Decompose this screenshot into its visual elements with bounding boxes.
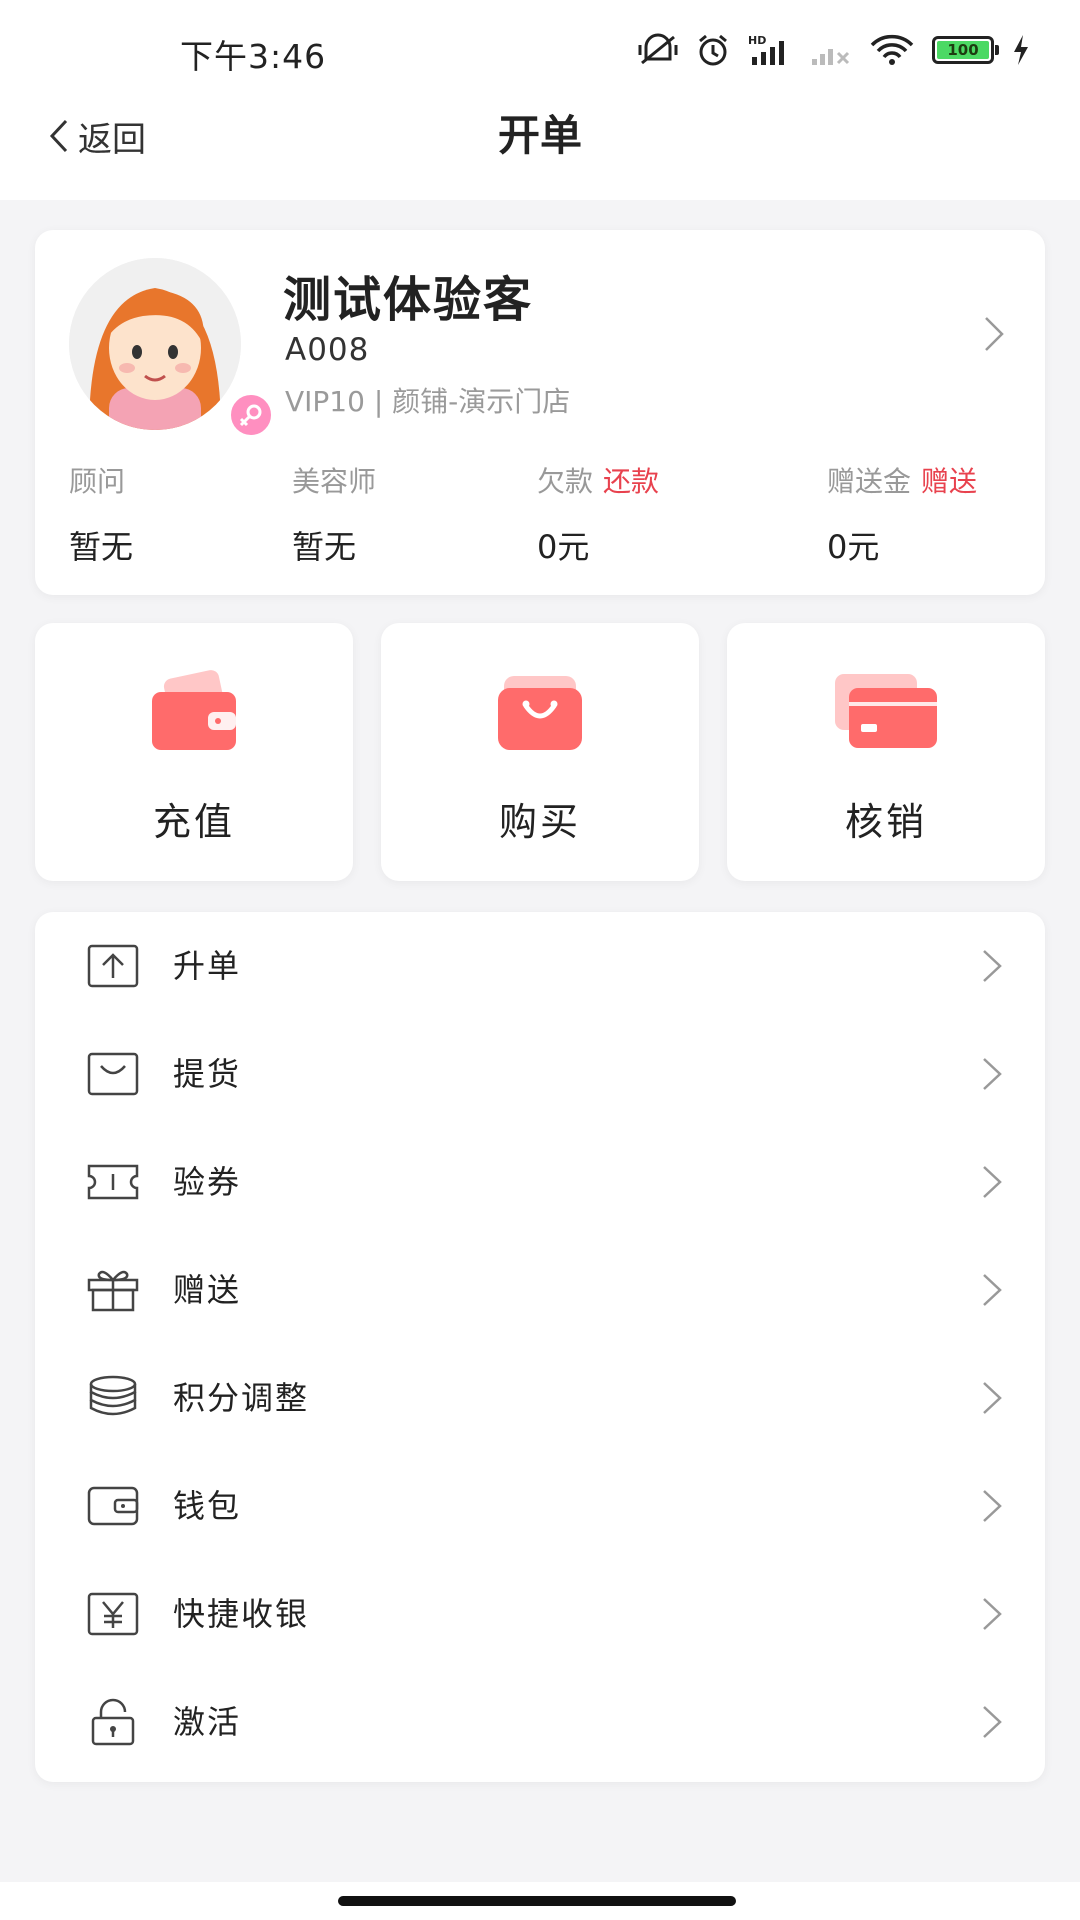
charging-icon [1014, 35, 1028, 65]
avatar-illustration [69, 258, 241, 430]
stat-value: 0元 [537, 528, 590, 566]
stat-gift-balance: 赠送金 赠送 0元 [827, 460, 977, 568]
female-icon [227, 391, 275, 439]
gift-icon [87, 1270, 139, 1312]
chevron-right-icon [983, 1598, 1002, 1630]
chevron-right-icon [983, 1058, 1002, 1090]
customer-name: 测试体验客 [283, 272, 534, 328]
stat-value: 暂无 [292, 528, 357, 566]
ticket-icon [87, 1164, 139, 1200]
top-bar: 下午3:46 HD 100 返回 开单 [0, 0, 1080, 200]
menu-item-activate[interactable]: 激活 [35, 1668, 1045, 1776]
stat-beautician: 美容师 暂无 [292, 460, 376, 568]
yuan-icon [87, 1592, 139, 1636]
shopping-bag-icon [498, 676, 582, 750]
chevron-right-icon [983, 1490, 1002, 1522]
stat-debt: 欠款 还款 0元 [537, 460, 659, 568]
upgrade-icon [87, 944, 139, 988]
stat-label: 欠款 [537, 465, 594, 498]
menu-item-pickup[interactable]: 提货 [35, 1020, 1045, 1128]
menu-label: 钱包 [173, 1487, 242, 1525]
svg-text:HD: HD [748, 34, 766, 47]
wifi-icon [870, 34, 914, 65]
wallet-outline-icon [87, 1486, 139, 1526]
bag-icon [87, 1052, 139, 1096]
stat-consultant: 顾问 暂无 [69, 460, 133, 568]
card-icon [835, 674, 937, 748]
action-label: 购买 [498, 800, 581, 844]
chevron-right-icon [983, 1166, 1002, 1198]
mute-vibrate-icon [638, 33, 678, 65]
home-indicator[interactable] [338, 1896, 736, 1906]
customer-code: A008 [285, 332, 370, 368]
menu-label: 快捷收银 [173, 1595, 310, 1633]
chevron-right-icon [983, 1382, 1002, 1414]
menu-label: 验券 [173, 1163, 242, 1201]
signal-hd-icon: HD [748, 34, 784, 65]
menu-list: 升单 提货 验券 赠送 积分调整 钱包 快捷收银 激活 [35, 912, 1045, 1782]
chevron-right-icon [983, 1274, 1002, 1306]
chevron-right-icon [983, 950, 1002, 982]
stat-label: 赠送金 [827, 465, 912, 498]
page-title: 开单 [497, 111, 582, 160]
alarm-icon [699, 34, 727, 66]
unlock-icon [91, 1698, 135, 1746]
avatar [69, 258, 275, 439]
chevron-right-icon [985, 317, 1004, 351]
gift-link[interactable]: 赠送 [921, 465, 977, 498]
stat-label: 顾问 [69, 465, 126, 498]
menu-label: 提货 [173, 1055, 242, 1093]
menu-item-upgrade[interactable]: 升单 [35, 912, 1045, 1020]
repay-link[interactable]: 还款 [603, 465, 659, 498]
battery-level: 100 [937, 41, 989, 59]
chevron-right-icon [983, 1706, 1002, 1738]
action-purchase[interactable]: 购买 [381, 623, 699, 881]
action-recharge[interactable]: 充值 [35, 623, 353, 881]
menu-item-points-adjust[interactable]: 积分调整 [35, 1344, 1045, 1452]
wallet-icon [152, 670, 236, 750]
menu-item-verify-coupon[interactable]: 验券 [35, 1128, 1045, 1236]
menu-item-wallet[interactable]: 钱包 [35, 1452, 1045, 1560]
battery-icon: 100 [932, 36, 999, 64]
stat-value: 0元 [827, 528, 880, 566]
stat-value: 暂无 [69, 528, 134, 566]
menu-label: 积分调整 [173, 1379, 310, 1417]
customer-profile-card[interactable]: 测试体验客 A008 VIP10 | 颜铺-演示门店 顾问 暂无 美容师 暂无 … [35, 230, 1045, 595]
status-bar: 下午3:46 HD 100 [0, 0, 1080, 100]
menu-label: 升单 [173, 947, 242, 985]
status-icons: HD 100 [638, 30, 1030, 70]
menu-label: 激活 [173, 1703, 242, 1741]
customer-level-store: VIP10 | 颜铺-演示门店 [285, 385, 571, 418]
menu-item-gift[interactable]: 赠送 [35, 1236, 1045, 1344]
signal-weak-icon [812, 49, 850, 65]
action-redeem[interactable]: 核销 [727, 623, 1045, 881]
status-time: 下午3:46 [180, 37, 327, 76]
coins-icon [89, 1375, 137, 1416]
stat-label: 美容师 [292, 465, 377, 498]
action-label: 充值 [152, 800, 235, 844]
action-label: 核销 [844, 800, 927, 844]
menu-item-quick-checkout[interactable]: 快捷收银 [35, 1560, 1045, 1668]
menu-label: 赠送 [173, 1271, 242, 1309]
